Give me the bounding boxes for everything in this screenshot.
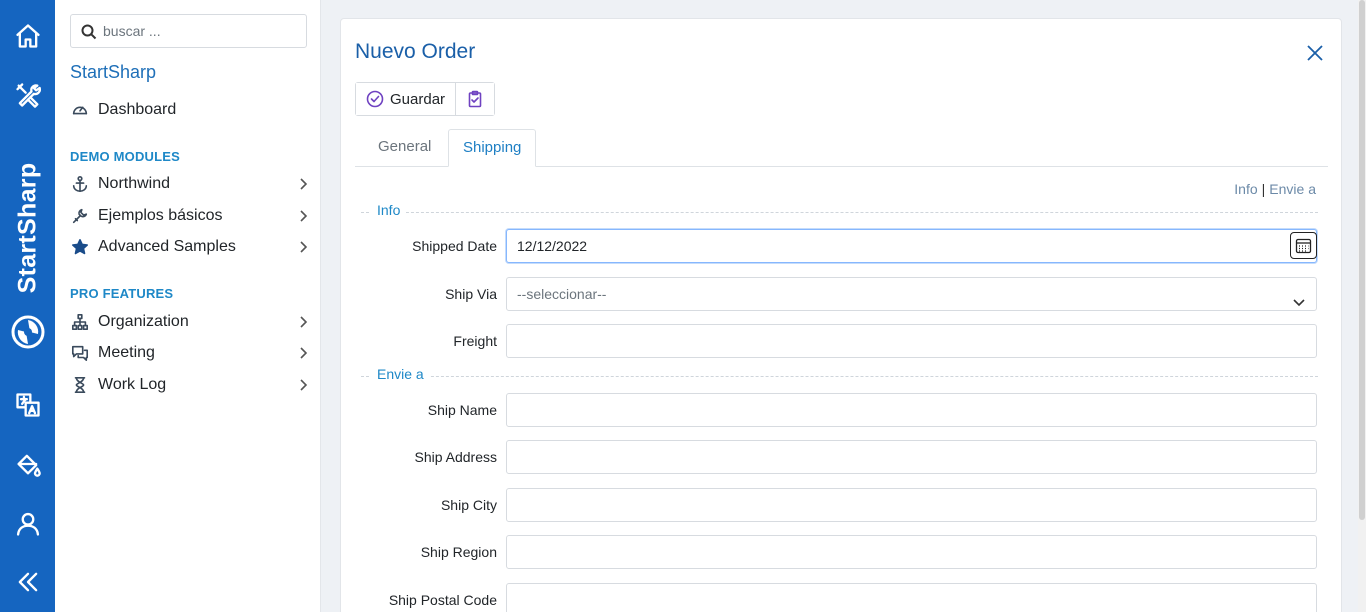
- tab-shipping[interactable]: Shipping: [448, 129, 537, 167]
- ship-city-input[interactable]: [506, 488, 1317, 522]
- field-shipped-date: Shipped Date 12/12/2022: [355, 229, 1317, 263]
- category-divider: [361, 212, 1318, 213]
- brand-vertical: StartSharp: [6, 150, 50, 360]
- field-ship-address: Ship Address: [355, 440, 1317, 474]
- home-icon[interactable]: [0, 14, 55, 58]
- search-icon: [81, 24, 97, 40]
- sidebar-item-label: Organization: [98, 313, 189, 330]
- chevron-right-icon: [296, 315, 310, 329]
- gauge-icon: [70, 100, 90, 120]
- icon-rail: StartSharp: [0, 0, 55, 612]
- sidebar-item-work-log[interactable]: Work Log: [70, 372, 310, 398]
- category-info: Info: [361, 202, 1318, 222]
- ship-address-input[interactable]: [506, 440, 1317, 474]
- ship-region-input[interactable]: [506, 535, 1317, 569]
- calendar-icon[interactable]: [1290, 232, 1317, 259]
- save-button-label: Guardar: [390, 90, 446, 108]
- hourglass-icon: [70, 375, 90, 395]
- sidebar-item-northwind[interactable]: Northwind: [70, 171, 310, 197]
- field-ship-via: Ship Via --seleccionar--: [355, 277, 1317, 311]
- link-separator: |: [1261, 181, 1266, 197]
- sidebar-item-meeting[interactable]: Meeting: [70, 340, 310, 366]
- sidebar-item-dashboard[interactable]: Dashboard: [70, 97, 310, 123]
- chevron-right-icon: [296, 346, 310, 360]
- field-label: Freight: [453, 333, 497, 349]
- collapse-icon[interactable]: [0, 560, 55, 604]
- chevron-down-icon: [1292, 288, 1306, 307]
- sidebar: StartSharp Dashboard DEMO MODULES Northw…: [55, 0, 321, 612]
- check-circle-icon: [366, 90, 384, 108]
- category-link-envie-a[interactable]: Envie a: [1269, 181, 1316, 197]
- ship-via-select[interactable]: --seleccionar--: [506, 277, 1317, 311]
- org-chart-icon: [70, 312, 90, 332]
- category-title: Info: [371, 202, 407, 218]
- field-label: Ship Region: [420, 544, 497, 560]
- field-label: Ship Postal Code: [388, 592, 497, 608]
- category-title: Envie a: [371, 366, 430, 382]
- sidebar-item-advanced-samples[interactable]: Advanced Samples: [70, 234, 310, 260]
- chevron-right-icon: [296, 240, 310, 254]
- field-ship-name: Ship Name: [355, 393, 1317, 427]
- paint-bucket-icon[interactable]: [0, 442, 55, 486]
- chevron-right-icon: [296, 177, 310, 191]
- field-label: Ship City: [440, 497, 497, 513]
- tab-bar: General Shipping: [355, 129, 1328, 167]
- freight-input[interactable]: [506, 324, 1317, 358]
- sidebar-item-label: Advanced Samples: [98, 238, 236, 255]
- section-demo-modules: DEMO MODULES: [70, 149, 181, 164]
- field-ship-city: Ship City: [355, 488, 1317, 522]
- sidebar-item-label: Dashboard: [98, 101, 177, 118]
- sidebar-item-label: Meeting: [98, 344, 155, 361]
- brand-text: StartSharp: [13, 162, 42, 294]
- category-divider: [361, 376, 1318, 377]
- sidebar-item-ejemplos-basicos[interactable]: Ejemplos básicos: [70, 203, 310, 229]
- save-button[interactable]: Guardar: [356, 83, 456, 115]
- chevron-right-icon: [296, 209, 310, 223]
- scrollbar-thumb[interactable]: [1359, 0, 1365, 520]
- sidebar-item-label: Northwind: [98, 175, 171, 192]
- sidebar-search[interactable]: [70, 14, 307, 48]
- close-icon[interactable]: [1305, 43, 1325, 63]
- category-link-info[interactable]: Info: [1234, 181, 1257, 197]
- user-icon[interactable]: [0, 502, 55, 546]
- chevron-right-icon: [296, 378, 310, 392]
- clipboard-check-icon: [468, 90, 482, 108]
- star-icon: [70, 237, 90, 257]
- order-dialog: Nuevo Order Guardar General Shipping Inf…: [340, 18, 1342, 612]
- field-ship-postal-code: Ship Postal Code: [355, 583, 1317, 612]
- translate-icon[interactable]: [0, 383, 55, 427]
- page-scrollbar[interactable]: [1358, 0, 1366, 612]
- field-label: Shipped Date: [412, 238, 497, 254]
- category-links: Info | Envie a: [1234, 181, 1316, 197]
- field-label: Ship Via: [445, 286, 497, 302]
- field-ship-region: Ship Region: [355, 535, 1317, 569]
- field-label: Ship Name: [427, 402, 497, 418]
- sidebar-item-label: Work Log: [98, 376, 167, 393]
- sidebar-item-label: Ejemplos básicos: [98, 207, 223, 224]
- apply-changes-button[interactable]: [455, 83, 495, 115]
- tools-icon[interactable]: [0, 73, 55, 117]
- dialog-toolbar: Guardar: [355, 82, 496, 116]
- category-envie-a: Envie a: [361, 366, 1318, 386]
- ship-name-input[interactable]: [506, 393, 1317, 427]
- ship-via-value: --seleccionar--: [517, 286, 607, 302]
- sidebar-item-organization[interactable]: Organization: [70, 309, 310, 335]
- search-input[interactable]: [103, 15, 298, 47]
- tab-general[interactable]: General: [364, 129, 445, 167]
- anchor-icon: [70, 174, 90, 194]
- field-label: Ship Address: [414, 449, 498, 465]
- brand-logo-icon: [11, 315, 45, 349]
- wrench-icon: [70, 206, 90, 226]
- section-pro-features: PRO FEATURES: [70, 286, 174, 301]
- field-freight: Freight: [355, 324, 1317, 358]
- sidebar-title[interactable]: StartSharp: [70, 62, 156, 83]
- ship-postal-code-input[interactable]: [506, 583, 1317, 612]
- dialog-title: Nuevo Order: [355, 40, 476, 63]
- chat-icon: [70, 343, 90, 363]
- shipped-date-input[interactable]: 12/12/2022: [506, 229, 1317, 263]
